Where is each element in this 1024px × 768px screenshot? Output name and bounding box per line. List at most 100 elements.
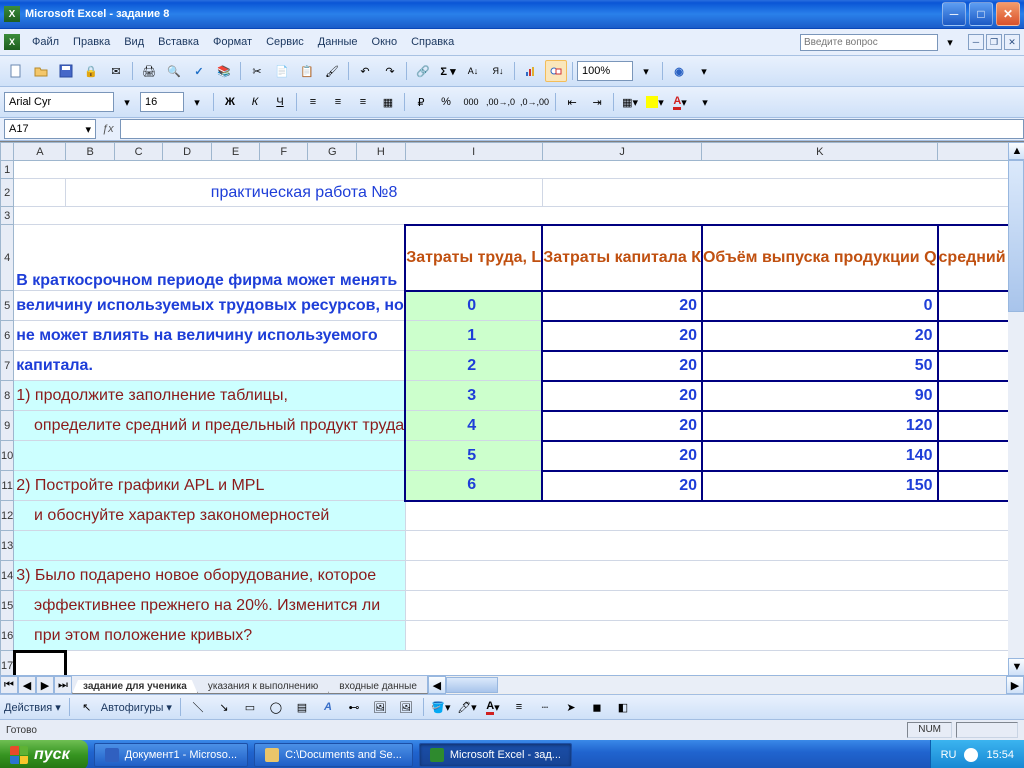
percent-button[interactable]: % [435,91,457,113]
menu-window[interactable]: Окно [366,34,404,50]
paste-button[interactable]: 📋 [296,60,318,82]
system-tray[interactable]: RU 15:54 [930,740,1024,768]
hyperlink-button[interactable]: 🔗 [412,60,434,82]
font-size-combo[interactable] [140,92,184,112]
start-button[interactable]: пуск [0,740,88,768]
autoshapes-menu[interactable]: Автофигуры ▾ [101,701,172,714]
new-doc-button[interactable] [5,60,27,82]
format-painter-button[interactable]: 🖌 [321,60,343,82]
picture-icon[interactable]: 🖼 [395,696,417,718]
line-icon[interactable]: ＼ [187,696,209,718]
undo-button[interactable]: ↶ [354,60,376,82]
shadow-button[interactable]: ◼ [586,696,608,718]
increase-indent-button[interactable]: ⇥ [586,91,608,113]
fx-icon[interactable]: ƒx [102,123,114,135]
column-headers[interactable]: ABCDEFGHIJKLMN [1,143,1024,161]
help-button[interactable]: ◉ [668,60,690,82]
horizontal-scrollbar[interactable]: ◀ ▶ [427,676,1024,694]
align-left-button[interactable]: ≡ [302,91,324,113]
font-color-button[interactable]: А▾ [669,91,691,113]
help-search-input[interactable] [800,34,938,51]
redo-button[interactable]: ↷ [379,60,401,82]
scroll-up-button[interactable]: ▲ [1008,142,1024,160]
copy-button[interactable]: 📄 [271,60,293,82]
rectangle-icon[interactable]: ▭ [239,696,261,718]
sort-asc-button[interactable]: А↓ [462,60,484,82]
decrease-decimal-button[interactable]: ,0→,00 [519,91,550,113]
font-color2-button[interactable]: А▾ [482,696,504,718]
tab-nav-last[interactable]: ⏭ [54,676,72,694]
h-scroll-thumb[interactable] [446,677,498,693]
italic-button[interactable]: К [244,91,266,113]
wordart-icon[interactable]: A [317,696,339,718]
menu-view[interactable]: Вид [118,34,150,50]
font-dropdown-icon[interactable]: ▾ [116,91,138,113]
print-button[interactable]: 🖨 [138,60,160,82]
fill-color-button[interactable]: ▾ [644,91,666,113]
language-indicator[interactable]: RU [941,749,957,761]
taskbar-item-excel[interactable]: Microsoft Excel - зад... [419,743,572,767]
chart-wizard-button[interactable] [520,60,542,82]
menu-file[interactable]: Файл [26,34,65,50]
name-box[interactable]: A17▾ [4,119,96,139]
currency-button[interactable]: ₽ [410,91,432,113]
spreadsheet-grid[interactable]: ABCDEFGHIJKLMN 1 2практическая работа №8… [0,142,1024,681]
3d-button[interactable]: ◧ [612,696,634,718]
scroll-right-button[interactable]: ▶ [1006,676,1024,694]
fontsize-dropdown-icon[interactable]: ▾ [186,91,208,113]
diagram-icon[interactable]: ⊷ [343,696,365,718]
menu-data[interactable]: Данные [312,34,364,50]
formula-input[interactable] [120,119,1024,139]
doc-minimize-button[interactable]: ─ [968,34,984,50]
save-button[interactable] [55,60,77,82]
doc-close-button[interactable]: ✕ [1004,34,1020,50]
tray-icon[interactable] [964,748,978,762]
permissions-button[interactable]: 🔒 [80,60,102,82]
bold-button[interactable]: Ж [219,91,241,113]
align-right-button[interactable]: ≡ [352,91,374,113]
menu-tools[interactable]: Сервис [260,34,310,50]
arrow-icon[interactable]: ↘ [213,696,235,718]
window-maximize-button[interactable]: □ [969,2,993,26]
cut-button[interactable]: ✂ [246,60,268,82]
line-style-button[interactable]: ≡ [508,696,530,718]
zoom-dropdown-icon[interactable]: ▾ [635,60,657,82]
email-button[interactable]: ✉ [105,60,127,82]
taskbar-item-word[interactable]: Документ1 - Microso... [94,743,248,767]
line-color-button[interactable]: 🖊▾ [456,696,478,718]
autosum-button[interactable]: Σ ▾ [437,60,459,82]
window-close-button[interactable]: ✕ [996,2,1020,26]
doc-restore-button[interactable]: ❐ [986,34,1002,50]
tab-nav-next[interactable]: ▶ [36,676,54,694]
v-scroll-thumb[interactable] [1008,160,1024,312]
menu-insert[interactable]: Вставка [152,34,205,50]
toolbar-options-button[interactable]: ▾ [693,60,715,82]
dash-style-button[interactable]: ┄ [534,696,556,718]
decrease-indent-button[interactable]: ⇤ [561,91,583,113]
clipart-icon[interactable]: 🖼 [369,696,391,718]
research-button[interactable]: 📚 [213,60,235,82]
spellcheck-button[interactable]: ✓ [188,60,210,82]
increase-decimal-button[interactable]: ,00→,0 [485,91,516,113]
scroll-down-button[interactable]: ▼ [1008,658,1024,676]
taskbar-item-explorer[interactable]: C:\Documents and Se... [254,743,413,767]
font-name-combo[interactable] [4,92,114,112]
align-center-button[interactable]: ≡ [327,91,349,113]
merge-center-button[interactable]: ▦ [377,91,399,113]
print-preview-button[interactable]: 🔍 [163,60,185,82]
zoom-combo[interactable] [577,61,633,81]
textbox-icon[interactable]: ▤ [291,696,313,718]
menu-edit[interactable]: Правка [67,34,116,50]
tab-nav-first[interactable]: ⏮ [0,676,18,694]
clock[interactable]: 15:54 [986,749,1014,761]
vertical-scrollbar[interactable]: ▲ ▼ [1008,142,1024,676]
sheet-tab-1[interactable]: задание для ученика [72,680,198,694]
scroll-left-button[interactable]: ◀ [428,676,446,694]
help-dropdown-icon[interactable]: ▾ [939,31,961,53]
open-button[interactable] [30,60,52,82]
window-minimize-button[interactable]: ─ [942,2,966,26]
borders-button[interactable]: ▦▾ [619,91,641,113]
sort-desc-button[interactable]: Я↓ [487,60,509,82]
toolbar2-options-button[interactable]: ▾ [694,91,716,113]
arrowstyle-button[interactable]: ➤ [560,696,582,718]
